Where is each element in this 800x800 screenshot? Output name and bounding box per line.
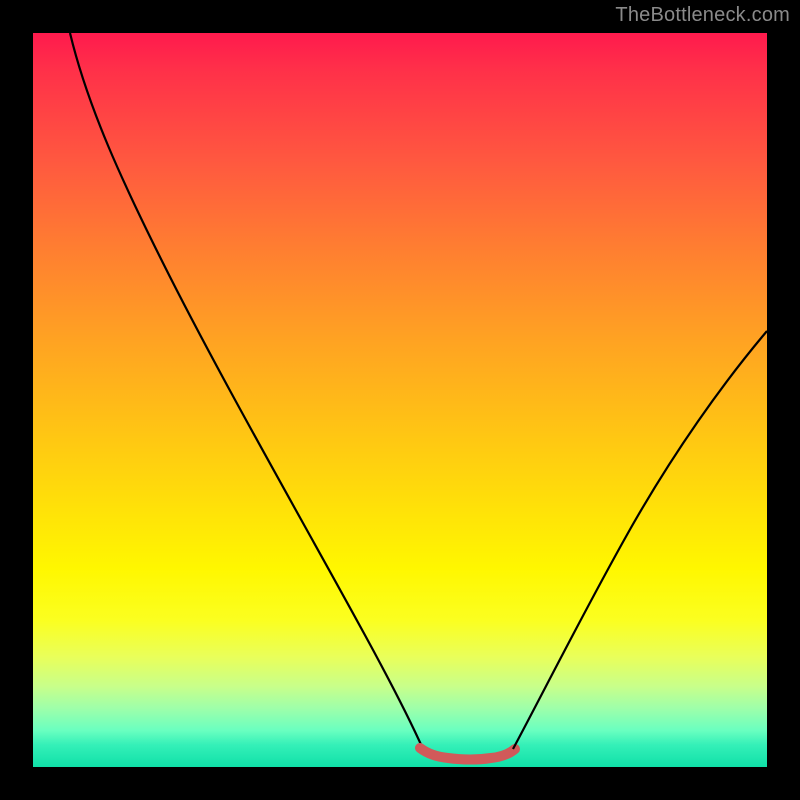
chart-frame: TheBottleneck.com	[0, 0, 800, 800]
watermark-text: TheBottleneck.com	[615, 4, 790, 27]
curve-layer	[33, 33, 767, 767]
left-curve	[70, 33, 423, 749]
plot-area	[33, 33, 767, 767]
flat-segment	[420, 748, 515, 760]
right-curve	[513, 331, 767, 749]
